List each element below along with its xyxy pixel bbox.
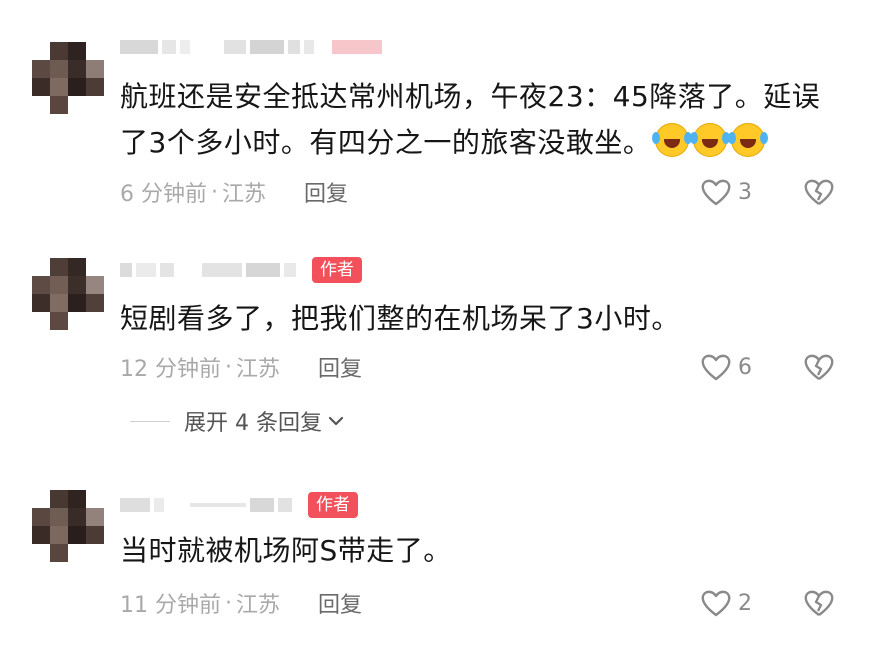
username-blurred bbox=[120, 498, 292, 512]
chevron-down-icon bbox=[328, 416, 344, 426]
expand-replies-label: 展开 4 条回复 bbox=[184, 411, 322, 436]
comment-meta: 11 分钟前 · 江苏 回复 bbox=[120, 587, 362, 619]
laughing-crying-emoji-icon bbox=[652, 123, 690, 157]
like-count: 2 bbox=[738, 590, 752, 616]
dislike-button[interactable] bbox=[803, 177, 835, 207]
divider bbox=[130, 420, 170, 422]
laughing-crying-emoji-icon bbox=[690, 123, 728, 157]
like-button[interactable]: 6 bbox=[700, 352, 752, 382]
comment-meta: 6 分钟前 · 江苏 回复 bbox=[120, 176, 348, 208]
comment-location: 江苏 bbox=[222, 182, 267, 207]
avatar[interactable] bbox=[32, 258, 104, 330]
username[interactable]: 作者 bbox=[120, 257, 362, 283]
comment-text: 当时就被机场阿S带走了。 bbox=[120, 528, 840, 574]
comment-text-content: 当时就被机场阿S带走了。 bbox=[120, 534, 452, 567]
broken-heart-icon bbox=[804, 179, 834, 205]
reply-button[interactable]: 回复 bbox=[318, 587, 362, 619]
meta-separator: · bbox=[225, 354, 232, 380]
heart-outline-icon bbox=[701, 590, 731, 617]
reply-button[interactable]: 回复 bbox=[318, 351, 362, 383]
comment-time: 6 分钟前 bbox=[120, 182, 207, 207]
laughing-crying-emoji-icon bbox=[728, 123, 766, 157]
like-button[interactable]: 2 bbox=[700, 588, 752, 618]
author-badge: 作者 bbox=[308, 492, 358, 518]
dislike-button[interactable] bbox=[803, 588, 835, 618]
comment-text: 短剧看多了，把我们整的在机场呆了3小时。 bbox=[120, 296, 840, 342]
like-count: 3 bbox=[738, 179, 752, 205]
like-button[interactable]: 3 bbox=[700, 177, 752, 207]
like-count: 6 bbox=[738, 354, 752, 380]
reply-button[interactable]: 回复 bbox=[304, 176, 348, 208]
badge-blurred bbox=[332, 40, 382, 54]
comment-time: 12 分钟前 bbox=[120, 357, 221, 382]
comment-meta: 12 分钟前 · 江苏 回复 bbox=[120, 351, 362, 383]
broken-heart-icon bbox=[804, 354, 834, 380]
avatar[interactable] bbox=[32, 490, 104, 562]
comment-text-content: 短剧看多了，把我们整的在机场呆了3小时。 bbox=[120, 302, 680, 335]
username-blurred bbox=[120, 263, 296, 277]
username[interactable] bbox=[120, 34, 382, 60]
comment-text: 航班还是安全抵达常州机场，午夜23：45降落了。延误了3个多小时。有四分之一的旅… bbox=[120, 74, 840, 166]
author-badge: 作者 bbox=[312, 257, 362, 283]
meta-separator: · bbox=[225, 590, 232, 616]
comment-time: 11 分钟前 bbox=[120, 593, 221, 618]
comment-location: 江苏 bbox=[236, 357, 281, 382]
expand-replies-button[interactable]: 展开 4 条回复 bbox=[130, 406, 344, 436]
heart-outline-icon bbox=[701, 179, 731, 206]
meta-separator: · bbox=[211, 179, 218, 205]
broken-heart-icon bbox=[804, 590, 834, 616]
heart-outline-icon bbox=[701, 354, 731, 381]
username[interactable]: 作者 bbox=[120, 492, 358, 518]
avatar[interactable] bbox=[32, 42, 104, 114]
username-blurred bbox=[120, 40, 314, 54]
dislike-button[interactable] bbox=[803, 352, 835, 382]
comment-location: 江苏 bbox=[236, 593, 281, 618]
